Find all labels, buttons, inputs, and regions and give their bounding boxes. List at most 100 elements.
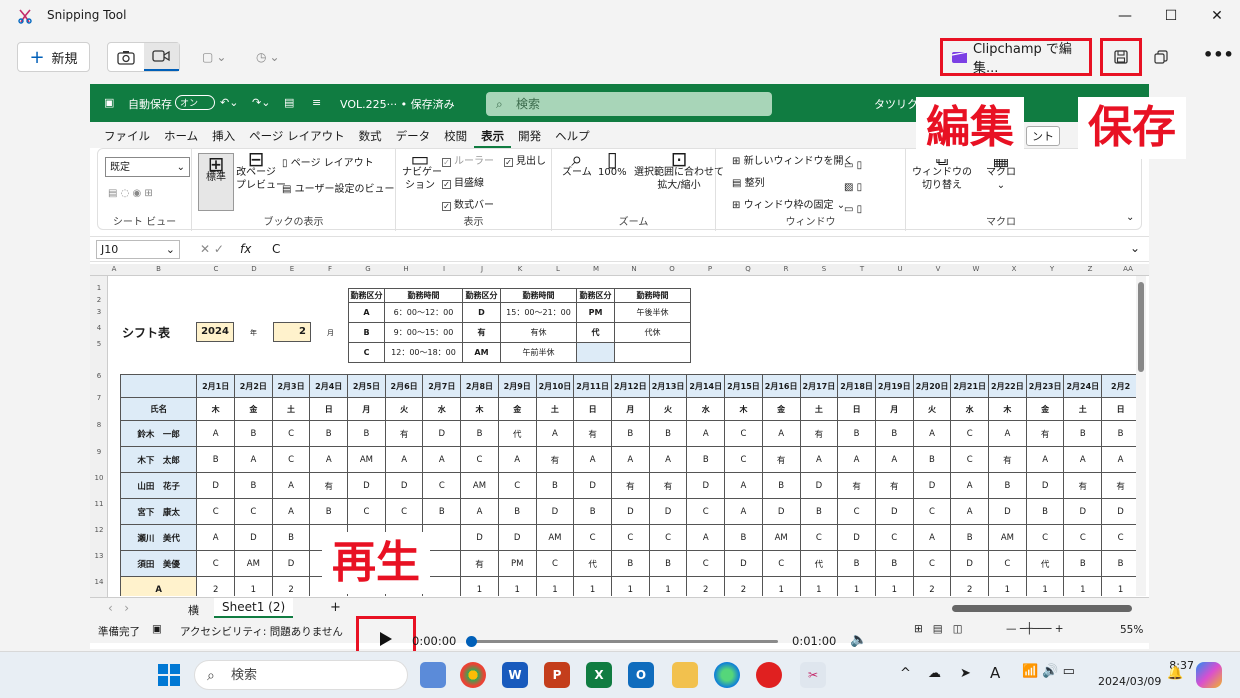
shift-cell[interactable]: B bbox=[648, 420, 688, 447]
powerpoint-icon[interactable]: P bbox=[544, 662, 570, 688]
navigation-button[interactable]: ▭ ナビゲー ション bbox=[402, 149, 442, 192]
shift-cell[interactable]: 1 bbox=[234, 576, 273, 596]
column-header[interactable]: D bbox=[235, 265, 273, 273]
menu-pagelayout[interactable]: ページ レイアウト bbox=[242, 122, 351, 148]
shift-cell[interactable]: B bbox=[535, 472, 575, 499]
shift-cell[interactable]: AM bbox=[761, 524, 801, 551]
shift-cell[interactable]: 有 bbox=[799, 420, 839, 447]
sheetview-select[interactable]: 既定 ⌄ bbox=[105, 157, 190, 177]
more-options-button[interactable]: ••• bbox=[1203, 45, 1234, 64]
shift-cell[interactable]: AM bbox=[234, 550, 273, 577]
notification-bell-icon[interactable]: 🔔 bbox=[1167, 666, 1183, 681]
menu-help[interactable]: ヘルプ bbox=[548, 122, 597, 148]
row-header[interactable]: 14 bbox=[90, 578, 108, 586]
zoom-level[interactable]: 55% bbox=[1120, 624, 1143, 636]
pagebreak-button[interactable]: ⊟ 改ページ プレビュー bbox=[236, 149, 286, 192]
column-header[interactable]: C bbox=[197, 265, 235, 273]
shift-cell[interactable]: A bbox=[724, 472, 763, 499]
sheet-tab-prev[interactable]: 横 bbox=[188, 602, 199, 618]
shift-cell[interactable]: C bbox=[384, 498, 424, 525]
edge-icon[interactable] bbox=[714, 662, 740, 688]
shift-cell[interactable]: B bbox=[1025, 498, 1065, 525]
shift-cell[interactable]: 代 bbox=[573, 550, 612, 577]
shift-cell[interactable]: C bbox=[422, 472, 462, 499]
shift-cell[interactable]: B bbox=[988, 472, 1027, 499]
formula-input[interactable]: C bbox=[272, 242, 280, 256]
column-header[interactable]: S bbox=[805, 265, 843, 273]
column-header[interactable]: N bbox=[615, 265, 653, 273]
shift-cell[interactable]: A bbox=[724, 498, 763, 525]
shift-cell[interactable]: C bbox=[535, 550, 575, 577]
column-header[interactable]: P bbox=[691, 265, 729, 273]
excel-filename[interactable]: VOL.225··· • 保存済み bbox=[340, 96, 455, 112]
shift-cell[interactable]: 有 bbox=[837, 472, 876, 499]
shift-cell[interactable]: 1 bbox=[460, 576, 499, 596]
row-header[interactable]: 9 bbox=[90, 448, 108, 456]
shift-cell[interactable]: A bbox=[761, 420, 801, 447]
column-header[interactable]: B bbox=[120, 265, 197, 273]
shift-cell[interactable]: A bbox=[196, 524, 235, 551]
accessibility-status[interactable]: アクセシビリティ: 問題ありません bbox=[180, 624, 343, 639]
wifi-speaker-battery-icons[interactable]: 📶 🔊 ▭ bbox=[1022, 664, 1075, 679]
column-header[interactable]: V bbox=[919, 265, 957, 273]
shift-cell[interactable]: A bbox=[196, 420, 235, 447]
staff-name[interactable]: 宮下 康太 bbox=[120, 498, 198, 525]
shift-cell[interactable]: B bbox=[234, 472, 273, 499]
shift-cell[interactable]: 2 bbox=[912, 576, 952, 596]
shift-cell[interactable]: C bbox=[347, 498, 386, 525]
shift-cell[interactable]: B bbox=[497, 498, 537, 525]
shift-cell[interactable]: 1 bbox=[1063, 576, 1103, 596]
shift-cell[interactable]: A bbox=[1063, 446, 1103, 473]
column-header[interactable]: U bbox=[881, 265, 919, 273]
shift-cell[interactable]: D bbox=[912, 472, 952, 499]
shift-cell[interactable]: D bbox=[686, 472, 726, 499]
zoom100-button[interactable]: ▯ 100% bbox=[598, 149, 627, 179]
horizontal-scroll-thumb[interactable] bbox=[952, 605, 1132, 612]
shift-cell[interactable]: C bbox=[196, 498, 235, 525]
row-header[interactable]: 13 bbox=[90, 552, 108, 560]
screenshot-mode-button[interactable] bbox=[108, 43, 144, 71]
shift-cell[interactable]: D bbox=[271, 550, 311, 577]
shift-cell[interactable]: A bbox=[686, 524, 726, 551]
shift-cell[interactable]: C bbox=[950, 446, 990, 473]
column-header[interactable]: G bbox=[349, 265, 387, 273]
volume-icon[interactable]: 🔈 bbox=[850, 632, 867, 648]
shift-cell[interactable]: 有 bbox=[1101, 472, 1140, 499]
sheet-tab-active[interactable]: Sheet1 (2) bbox=[214, 598, 294, 618]
shift-cell[interactable]: B bbox=[950, 524, 990, 551]
shift-cell[interactable]: A bbox=[384, 446, 424, 473]
pagelayout-button[interactable]: ▯ ページ レイアウト bbox=[282, 157, 374, 170]
row-header[interactable]: 4 bbox=[90, 324, 108, 332]
shift-cell[interactable]: B bbox=[837, 550, 876, 577]
shift-cell[interactable]: C bbox=[460, 446, 499, 473]
shift-cell[interactable]: C bbox=[686, 550, 726, 577]
shift-cell[interactable]: 2 bbox=[950, 576, 990, 596]
row-header[interactable]: 1 bbox=[90, 284, 108, 292]
shift-cell[interactable]: C bbox=[573, 524, 612, 551]
shift-cell[interactable]: A bbox=[535, 420, 575, 447]
undo-icon[interactable]: ↶⌄ bbox=[220, 96, 238, 109]
file-explorer-icon[interactable] bbox=[672, 662, 698, 688]
shift-cell[interactable]: A bbox=[460, 498, 499, 525]
column-header[interactable]: O bbox=[653, 265, 691, 273]
sheet-nav-arrows[interactable]: ‹ › bbox=[108, 601, 129, 615]
column-header[interactable]: X bbox=[995, 265, 1033, 273]
shift-cell[interactable]: A bbox=[648, 446, 688, 473]
shift-cell[interactable]: A bbox=[1025, 446, 1065, 473]
shift-cell[interactable]: D bbox=[1101, 498, 1140, 525]
shift-cell[interactable]: C bbox=[271, 420, 311, 447]
column-header[interactable]: R bbox=[767, 265, 805, 273]
row-header[interactable]: 12 bbox=[90, 526, 108, 534]
shift-cell[interactable]: B bbox=[1063, 550, 1103, 577]
staff-name[interactable]: 瀬川 美代 bbox=[120, 524, 198, 551]
shift-cell[interactable]: D bbox=[497, 524, 537, 551]
zoom-button[interactable]: ⌕ ズーム bbox=[562, 149, 592, 179]
tray-chevron-icon[interactable]: ^ bbox=[900, 666, 911, 681]
shift-cell[interactable]: B bbox=[196, 446, 235, 473]
clipchamp-edit-button[interactable]: Clipchamp で編集... bbox=[940, 38, 1092, 76]
shift-cell[interactable]: 1 bbox=[497, 576, 537, 596]
shift-cell[interactable]: 1 bbox=[799, 576, 839, 596]
column-header[interactable]: J bbox=[463, 265, 501, 273]
shift-cell[interactable]: D bbox=[874, 498, 914, 525]
shift-cell[interactable]: D bbox=[950, 550, 990, 577]
